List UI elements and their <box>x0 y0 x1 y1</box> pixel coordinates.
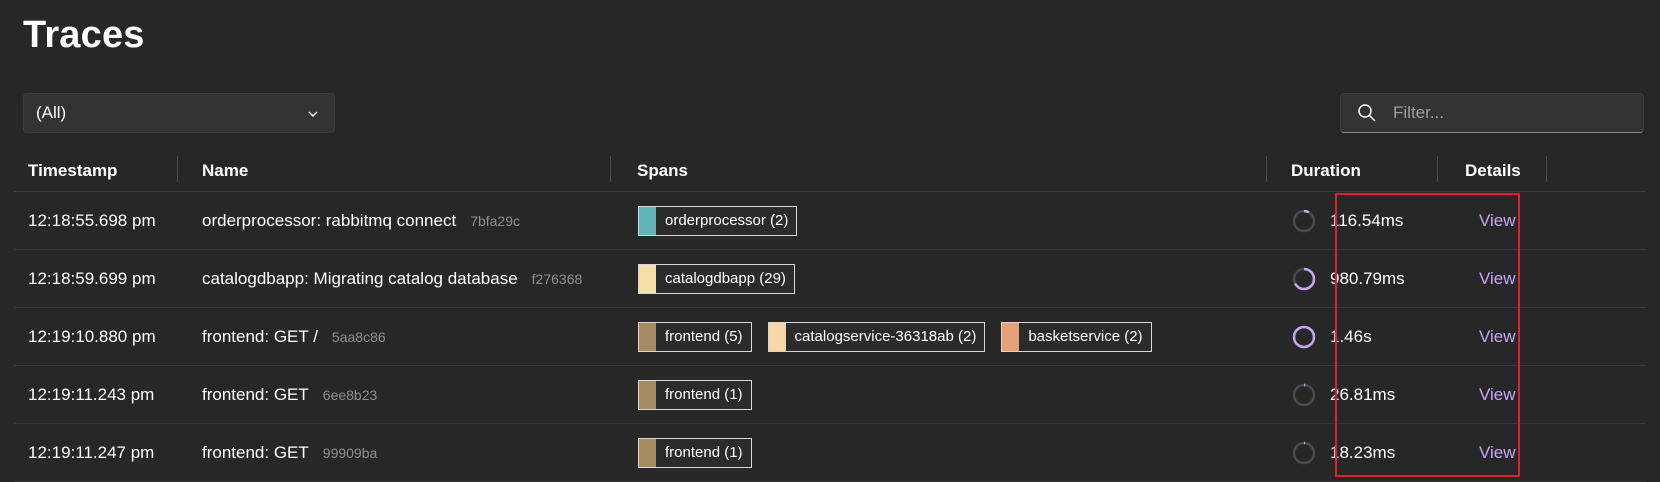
table-row[interactable]: 12:19:11.243 pm frontend: GET 6ee8b23 front… <box>14 366 1646 424</box>
name-cell: frontend: GET / 5aa8c86 <box>202 308 386 365</box>
timestamp-cell: 12:19:11.243 pm <box>28 384 155 404</box>
span-color-swatch <box>639 264 656 293</box>
spans-cell: frontend (1) <box>638 366 768 423</box>
duration-value: 26.81ms <box>1330 384 1396 404</box>
resource-select-value: (All) <box>36 103 67 122</box>
trace-name: frontend: GET <box>202 442 309 462</box>
details-cell: View <box>1479 424 1516 481</box>
span-chip[interactable]: frontend (5) <box>638 321 752 352</box>
duration-ring-icon <box>1292 383 1316 406</box>
traces-table: Timestamp Name Spans Duration Details 12… <box>14 150 1646 482</box>
details-cell: View <box>1479 366 1516 423</box>
table-body: 12:18:55.698 pm orderprocessor: rabbitmq … <box>14 192 1646 482</box>
duration-value: 18.23ms <box>1330 442 1396 462</box>
trace-id: 99909ba <box>322 444 378 461</box>
view-details-link[interactable]: View <box>1479 211 1516 231</box>
span-label: frontend (1) <box>665 444 743 461</box>
name-cell: catalogdbapp: Migrating catalog database… <box>202 250 582 307</box>
duration-value: 980.79ms <box>1330 268 1405 288</box>
details-cell: View <box>1479 250 1516 307</box>
column-header-duration[interactable]: Duration <box>1291 161 1361 181</box>
duration-cell: 18.23ms <box>1291 424 1395 481</box>
span-chip[interactable]: catalogservice-36318ab (2) <box>767 321 986 352</box>
span-color-swatch <box>639 380 656 409</box>
timestamp-cell: 12:19:10.880 pm <box>28 326 156 346</box>
filter-input-wrapper[interactable] <box>1340 93 1644 133</box>
page-title: Traces <box>23 14 145 56</box>
column-divider[interactable] <box>1437 156 1438 182</box>
timestamp-cell: 12:18:59.699 pm <box>28 268 156 288</box>
spans-cell: frontend (1) <box>638 424 768 481</box>
spans-cell: frontend (5) catalogservice-36318ab (2) ba… <box>638 308 1168 365</box>
span-chip[interactable]: frontend (1) <box>638 437 752 468</box>
span-label: frontend (5) <box>665 328 743 345</box>
duration-cell: 980.79ms <box>1291 250 1405 307</box>
filter-input[interactable] <box>1391 102 1635 124</box>
span-label: frontend (1) <box>665 386 743 403</box>
column-divider[interactable] <box>1546 156 1547 182</box>
search-icon <box>1358 104 1376 122</box>
details-cell: View <box>1479 308 1516 365</box>
span-chip[interactable]: catalogdbapp (29) <box>638 263 795 294</box>
column-header-timestamp[interactable]: Timestamp <box>28 161 117 181</box>
timestamp-cell: 12:19:11.247 pm <box>28 442 155 462</box>
column-header-details: Details <box>1465 161 1521 180</box>
trace-name: frontend: GET <box>202 384 309 404</box>
span-label: basketservice (2) <box>1028 328 1143 345</box>
span-color-swatch <box>639 322 656 351</box>
resource-select[interactable]: (All) <box>23 93 335 133</box>
duration-cell: 1.46s <box>1291 308 1372 365</box>
duration-value: 1.46s <box>1330 326 1372 346</box>
column-header-spans[interactable]: Spans <box>637 161 688 181</box>
view-details-link[interactable]: View <box>1479 385 1516 405</box>
view-details-link[interactable]: View <box>1479 443 1516 463</box>
column-divider[interactable] <box>610 156 611 182</box>
table-header: Timestamp Name Spans Duration Details <box>14 150 1646 192</box>
column-divider[interactable] <box>1266 156 1267 182</box>
table-row[interactable]: 12:18:59.699 pm catalogdbapp: Migrating c… <box>14 250 1646 308</box>
table-row[interactable]: 12:19:10.880 pm frontend: GET /5aa8c86 fro… <box>14 308 1646 366</box>
name-cell: orderprocessor: rabbitmq connect 7bfa29c <box>202 192 520 249</box>
span-color-swatch <box>768 322 786 351</box>
span-chip[interactable]: orderprocessor (2) <box>638 205 798 236</box>
view-details-link[interactable]: View <box>1479 327 1516 347</box>
chevron-down-icon <box>308 111 318 117</box>
column-divider[interactable] <box>177 156 178 182</box>
duration-ring-icon <box>1292 441 1316 464</box>
spans-cell: orderprocessor (2) <box>638 192 813 249</box>
trace-name: catalogdbapp: Migrating catalog database <box>202 268 518 288</box>
span-chip[interactable]: basketservice (2) <box>1001 321 1152 352</box>
duration-ring-icon <box>1292 209 1316 232</box>
view-details-link[interactable]: View <box>1479 269 1516 289</box>
name-cell: frontend: GET 6ee8b23 <box>202 366 377 423</box>
trace-name: orderprocessor: rabbitmq connect <box>202 210 457 230</box>
duration-cell: 26.81ms <box>1291 366 1395 423</box>
span-label: catalogdbapp (29) <box>665 270 786 287</box>
trace-id: 6ee8b23 <box>322 386 378 403</box>
span-color-swatch <box>639 206 656 235</box>
span-label: orderprocessor (2) <box>665 212 789 229</box>
column-header-name[interactable]: Name <box>202 161 248 181</box>
name-cell: frontend: GET 99909ba <box>202 424 377 481</box>
spans-cell: catalogdbapp (29) <box>638 250 811 307</box>
duration-value: 116.54ms <box>1330 210 1404 230</box>
duration-ring-icon <box>1292 267 1316 290</box>
trace-id: 5aa8c86 <box>331 328 386 345</box>
trace-name: frontend: GET / <box>202 326 318 346</box>
span-color-swatch <box>1002 322 1020 351</box>
table-row[interactable]: 12:18:55.698 pm orderprocessor: rabbitmq … <box>14 192 1646 250</box>
trace-id: f276368 <box>531 270 583 287</box>
timestamp-cell: 12:18:55.698 pm <box>28 210 156 230</box>
span-label: catalogservice-36318ab (2) <box>794 328 977 345</box>
table-row[interactable]: 12:19:11.247 pm frontend: GET 99909ba front… <box>14 424 1646 482</box>
details-cell: View <box>1479 192 1516 249</box>
span-chip[interactable]: frontend (1) <box>638 379 752 410</box>
duration-cell: 116.54ms <box>1291 192 1403 249</box>
span-color-swatch <box>639 438 656 467</box>
trace-id: 7bfa29c <box>470 212 521 229</box>
duration-ring-icon <box>1292 325 1316 348</box>
